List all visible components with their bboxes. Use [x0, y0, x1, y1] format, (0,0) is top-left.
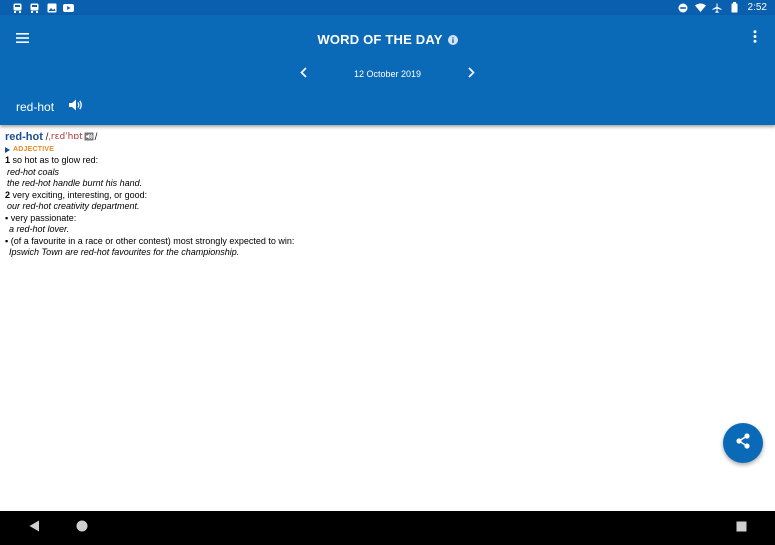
subsense-definition-line: ▪ very passionate: — [5, 213, 765, 225]
pronunciation: ˌrɛdˈhɒt — [48, 132, 83, 143]
sense-number: 2 — [5, 189, 11, 200]
sense-definition: so hot as to glow red: — [12, 155, 99, 165]
info-icon[interactable] — [447, 34, 458, 45]
date-label: 12 October 2019 — [353, 69, 422, 79]
word-row: red-hot — [16, 98, 84, 116]
recents-square-icon — [736, 519, 747, 537]
pronunciation-close-slash: / — [94, 132, 98, 144]
status-left — [12, 2, 74, 13]
speaker-icon — [69, 98, 83, 116]
chevron-left-icon — [300, 65, 307, 83]
example: red-hot coals — [7, 166, 60, 177]
subsense-definition-line: ▪ (of a favourite in a race or other con… — [5, 236, 765, 248]
sense-2-definition-line: 2 very exciting, interesting, or good: — [5, 190, 765, 202]
bullet: ▪ — [5, 212, 9, 223]
previous-day-button[interactable] — [296, 66, 312, 82]
example: Ipswich Town are red-hot favourites for … — [9, 247, 240, 257]
play-audio-button[interactable] — [68, 98, 84, 116]
speaker-box-icon — [84, 132, 94, 145]
sense-number: 1 — [5, 155, 11, 165]
subsense-definition: very passionate: — [10, 212, 77, 223]
image-icon — [46, 2, 57, 13]
wifi-icon — [694, 2, 706, 13]
recents-button[interactable] — [733, 520, 749, 536]
status-time: 2:52 — [747, 2, 767, 13]
example: our red-hot creativity department. — [7, 201, 140, 211]
back-triangle-icon — [29, 519, 40, 537]
chevron-right-icon — [468, 65, 475, 83]
back-button[interactable] — [26, 520, 42, 536]
share-icon — [735, 432, 751, 454]
system-nav-bar — [0, 511, 775, 545]
battery-icon — [729, 2, 740, 13]
example: the red-hot handle burnt his hand. — [7, 178, 143, 188]
status-right: 2:52 — [678, 2, 767, 13]
bullet: ▪ — [5, 235, 9, 246]
more-vertical-icon — [753, 30, 757, 48]
home-circle-icon — [76, 519, 88, 537]
menu-button[interactable] — [12, 31, 32, 47]
sense-definition: very exciting, interesting, or good: — [12, 189, 148, 200]
entry-content: red-hot / ˌrɛdˈhɒt / ADJECTIVE 1 so hot … — [5, 131, 765, 259]
page-title: WORD OF THE DAY — [317, 32, 443, 47]
youtube-icon — [63, 2, 74, 13]
notification-app-icon — [12, 2, 23, 13]
home-button[interactable] — [74, 520, 90, 536]
triangle-right-icon — [5, 147, 10, 153]
app-header: WORD OF THE DAY 12 October 2019 red-hot — [0, 15, 775, 125]
date-navigator: 12 October 2019 — [0, 66, 775, 82]
example: a red-hot lover. — [9, 224, 70, 234]
sense-1-definition-line: 1 so hot as to glow red: — [5, 155, 765, 167]
header-title-group: WORD OF THE DAY — [317, 32, 458, 47]
share-button[interactable] — [723, 423, 763, 463]
header-title-wrap: WORD OF THE DAY — [0, 32, 775, 47]
more-options-button[interactable] — [746, 30, 764, 48]
headword-line: red-hot / ˌrɛdˈhɒt / — [5, 131, 765, 145]
word-title: red-hot — [16, 100, 55, 114]
airplane-icon — [712, 2, 723, 13]
pronunciation-audio-button[interactable] — [84, 132, 94, 145]
status-bar: 2:52 — [0, 0, 775, 15]
do-not-disturb-icon — [678, 2, 689, 13]
subsense-definition: (of a favourite in a race or other conte… — [10, 235, 295, 246]
headword: red-hot — [5, 131, 43, 144]
next-day-button[interactable] — [464, 66, 480, 82]
hamburger-menu-icon — [15, 30, 29, 48]
notification-app-icon — [29, 2, 40, 13]
part-of-speech-line: ADJECTIVE — [5, 145, 765, 155]
